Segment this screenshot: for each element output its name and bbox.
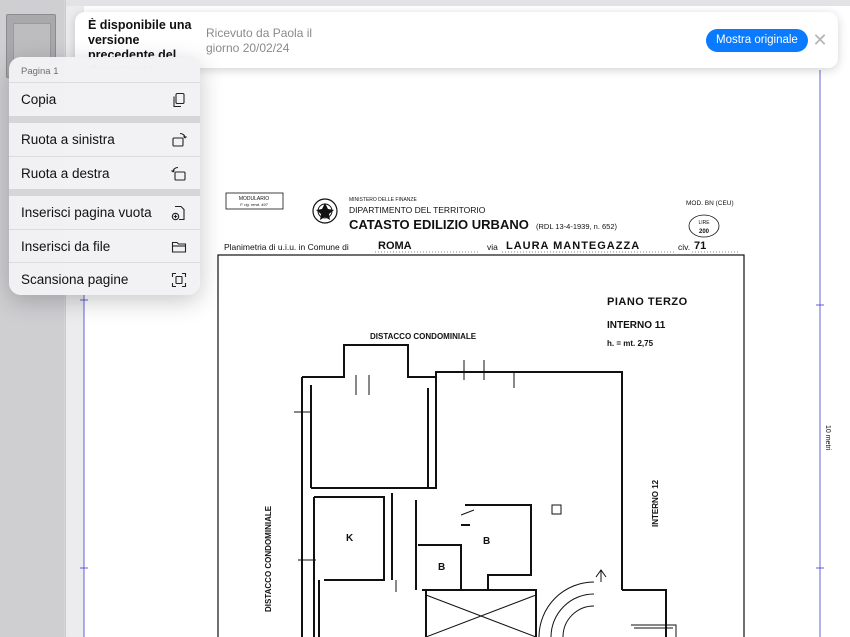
menu-separator	[9, 116, 200, 123]
stamp-bottom: 200	[699, 229, 710, 235]
via-value: LAURA MANTEGAZZA	[506, 240, 640, 252]
copy-icon	[173, 92, 185, 108]
menu-item-insert-from-file[interactable]: Inserisci da file	[9, 229, 200, 262]
menu-item-label: Inserisci da file	[21, 239, 111, 254]
scan-icon	[171, 272, 187, 288]
via-label: via	[487, 242, 498, 252]
interno-12-label: INTERNO 12	[651, 479, 660, 527]
scale-label: 10 metri	[824, 425, 831, 451]
civ-value: 71	[694, 240, 706, 252]
insert-blank-page-icon	[171, 205, 185, 221]
menu-header: Pagina 1	[9, 57, 200, 83]
menu-item-insert-blank-page[interactable]: Inserisci pagina vuota	[9, 196, 200, 229]
department-label: DIPARTIMENTO DEL TERRITORIO	[349, 205, 486, 215]
close-icon[interactable]: ✕	[811, 31, 829, 49]
show-original-button[interactable]: Mostra originale	[706, 29, 808, 52]
menu-item-rotate-left[interactable]: Ruota a sinistra	[9, 123, 200, 156]
planimetria-label: Planimetria di u.i.u. in Comune di	[224, 242, 349, 252]
menu-item-copy[interactable]: Copia	[9, 83, 200, 116]
distacco-left-label: DISTACCO CONDOMINIALE	[264, 505, 273, 612]
stamp-top: LIRE	[698, 220, 710, 226]
mod-label: MOD. BN (CEU)	[686, 200, 734, 207]
ministry-label: MINISTERO DELLE FINANZE	[349, 197, 417, 203]
distacco-top-label: DISTACCO CONDOMINIALE	[370, 332, 477, 341]
modulario-sub: F. rig. rend. 497	[240, 202, 268, 207]
menu-item-scan-pages[interactable]: Scansiona pagine	[9, 262, 200, 295]
menu-item-label: Copia	[21, 92, 57, 107]
rotate-right-icon	[171, 166, 186, 181]
civ-label: civ.	[678, 242, 690, 252]
menu-item-rotate-right[interactable]: Ruota a destra	[9, 156, 200, 189]
emblem-icon	[312, 198, 338, 224]
room-k-label: K	[346, 533, 354, 544]
menu-item-label: Scansiona pagine	[21, 272, 129, 287]
folder-icon	[171, 241, 187, 253]
room-b-label-2: B	[438, 562, 445, 573]
rotate-left-icon	[172, 132, 187, 147]
law-reference: (RDL 13-4-1939, n. 652)	[536, 222, 618, 231]
comune-value: ROMA	[378, 240, 412, 252]
menu-separator	[9, 189, 200, 196]
interno-label: INTERNO 11	[607, 320, 666, 331]
room-b-label-1: B	[483, 536, 490, 547]
plan-frame	[217, 254, 745, 637]
menu-item-label: Inserisci pagina vuota	[21, 205, 152, 220]
plan-details	[294, 360, 677, 637]
banner-subtitle: Ricevuto da Paola il giorno 20/02/24	[206, 26, 313, 55]
altezza-label: h. = mt. 2,75	[607, 339, 654, 348]
plan-walls	[301, 344, 667, 637]
menu-item-label: Ruota a destra	[21, 166, 110, 181]
piano-label: PIANO TERZO	[607, 296, 688, 308]
menu-item-label: Ruota a sinistra	[21, 132, 115, 147]
page-context-menu: Pagina 1 Copia Ruota a sinistra Ruota a …	[9, 57, 200, 295]
catasto-title: CATASTO EDILIZIO URBANO	[349, 217, 529, 232]
